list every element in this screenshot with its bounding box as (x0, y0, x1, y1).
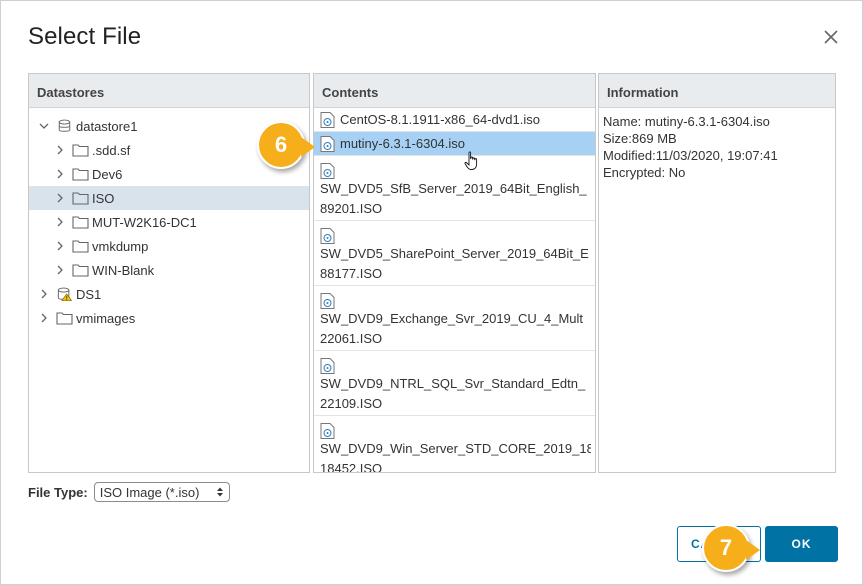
contents-header: Contents (314, 74, 595, 108)
information-body: Name: mutiny-6.3.1-6304.iso Size:869 MB … (599, 108, 835, 186)
tree-item-label: datastore1 (76, 118, 138, 134)
close-button[interactable] (820, 26, 842, 48)
file-name-continued: 22061.ISO (320, 330, 383, 346)
database-icon (55, 118, 73, 134)
folder-icon (71, 190, 89, 206)
chevron-right-icon[interactable] (53, 263, 67, 277)
ok-button-label: OK (791, 537, 812, 551)
file-name: CentOS-8.1.1911-x86_64-dvd1.iso (340, 112, 540, 127)
disc-image-file-icon (320, 227, 336, 244)
close-icon (824, 30, 838, 44)
folder-icon (71, 262, 89, 278)
database-warning-icon (55, 286, 73, 302)
chevron-right-icon[interactable] (53, 191, 67, 205)
tree-item-label: .sdd.sf (92, 142, 131, 158)
information-header: Information (599, 74, 835, 108)
disc-image-file-icon (320, 357, 336, 374)
contents-pane: Contents CentOS-8.1.1911-x86_64-dvd1.iso… (313, 73, 596, 473)
tree-item-ds1[interactable]: DS1 (29, 282, 309, 306)
chevron-right-icon[interactable] (37, 287, 51, 301)
hand-pointer-icon (464, 151, 478, 170)
file-row-centos[interactable]: CentOS-8.1.1911-x86_64-dvd1.iso (314, 108, 595, 132)
file-name-continued: 89201.ISO (320, 200, 383, 216)
tree-item-label: vmimages (76, 310, 136, 326)
file-row-win-server[interactable]: SW_DVD9_Win_Server_STD_CORE_2019_18 1845… (314, 416, 595, 473)
disc-image-file-icon (320, 162, 336, 179)
tree-item-label: Dev6 (92, 166, 123, 182)
select-file-dialog: Select File Datastores datastore1 .sdd.s… (0, 0, 863, 585)
tree-item-label: vmkdump (92, 238, 149, 254)
disc-image-file-icon (320, 292, 336, 309)
tree-item-label: DS1 (76, 286, 102, 302)
file-type-value: ISO Image (*.iso) (99, 484, 200, 500)
folder-icon (55, 310, 73, 326)
file-row-mutiny[interactable]: mutiny-6.3.1-6304.iso (314, 132, 595, 156)
file-name: SW_DVD9_Exchange_Svr_2019_CU_4_Mult (320, 310, 584, 326)
file-row-sfb-server[interactable]: SW_DVD5_SfB_Server_2019_64Bit_English_ 8… (314, 156, 595, 221)
tree-item-label: MUT-W2K16-DC1 (92, 214, 197, 230)
tree-item-vmimages[interactable]: vmimages (29, 306, 309, 330)
dialog-title: Select File (28, 23, 142, 50)
select-arrows-icon (216, 487, 223, 497)
tree-item-iso[interactable]: ISO (29, 186, 309, 210)
folder-icon (71, 238, 89, 254)
chevron-right-icon[interactable] (53, 215, 67, 229)
folder-icon (71, 166, 89, 182)
file-type-label: File Type: (28, 484, 88, 500)
file-name-continued: 22109.ISO (320, 395, 383, 411)
file-name: SW_DVD5_SharePoint_Server_2019_64Bit_E (320, 245, 589, 261)
information-pane: Information Name: mutiny-6.3.1-6304.iso … (598, 73, 836, 473)
tree-item-dev6[interactable]: Dev6 (29, 162, 309, 186)
file-name: SW_DVD9_Win_Server_STD_CORE_2019_18 (320, 440, 591, 456)
step-number: 7 (719, 535, 733, 560)
info-size: Size:869 MB (603, 131, 677, 146)
tree-item-win-blank[interactable]: WIN-Blank (29, 258, 309, 282)
folder-icon (71, 214, 89, 230)
ok-button[interactable]: OK (765, 526, 838, 562)
file-type-select[interactable]: ISO Image (*.iso) (93, 482, 230, 502)
file-type-row: File Type: ISO Image (*.iso) (28, 482, 230, 502)
folder-icon (71, 142, 89, 158)
step-callout-7: 7 (702, 524, 760, 572)
file-name: SW_DVD9_NTRL_SQL_Svr_Standard_Edtn_ (320, 375, 586, 391)
file-name: mutiny-6.3.1-6304.iso (340, 136, 466, 151)
tree-item-vmkdump[interactable]: vmkdump (29, 234, 309, 258)
chevron-down-icon[interactable] (37, 119, 51, 133)
chevron-right-icon[interactable] (53, 167, 67, 181)
chevron-right-icon[interactable] (37, 311, 51, 325)
tree-item-label: WIN-Blank (92, 262, 155, 278)
file-name-continued: 88177.ISO (320, 265, 383, 281)
file-row-sharepoint-server[interactable]: SW_DVD5_SharePoint_Server_2019_64Bit_E 8… (314, 221, 595, 286)
chevron-right-icon[interactable] (53, 239, 67, 253)
file-name-continued: 18452.ISO (320, 460, 383, 473)
file-row-sql-server[interactable]: SW_DVD9_NTRL_SQL_Svr_Standard_Edtn_ 2210… (314, 351, 595, 416)
file-row-exchange-server[interactable]: SW_DVD9_Exchange_Svr_2019_CU_4_Mult 2206… (314, 286, 595, 351)
info-encrypted: Encrypted: No (603, 165, 686, 180)
file-name: SW_DVD5_SfB_Server_2019_64Bit_English_ (320, 180, 587, 196)
step-callout-6: 6 (257, 121, 315, 169)
chevron-right-icon[interactable] (53, 143, 67, 157)
info-modified: Modified:11/03/2020, 19:07:41 (603, 148, 778, 163)
disc-image-file-icon (320, 135, 336, 152)
step-number: 6 (274, 132, 288, 157)
disc-image-file-icon (320, 111, 336, 128)
tree-item-label: ISO (92, 190, 115, 206)
tree-item-mut-w2k16-dc1[interactable]: MUT-W2K16-DC1 (29, 210, 309, 234)
disc-image-file-icon (320, 422, 336, 439)
info-name: Name: mutiny-6.3.1-6304.iso (603, 114, 770, 129)
datastores-header: Datastores (29, 74, 309, 108)
file-list: CentOS-8.1.1911-x86_64-dvd1.iso mutiny-6… (314, 108, 595, 473)
